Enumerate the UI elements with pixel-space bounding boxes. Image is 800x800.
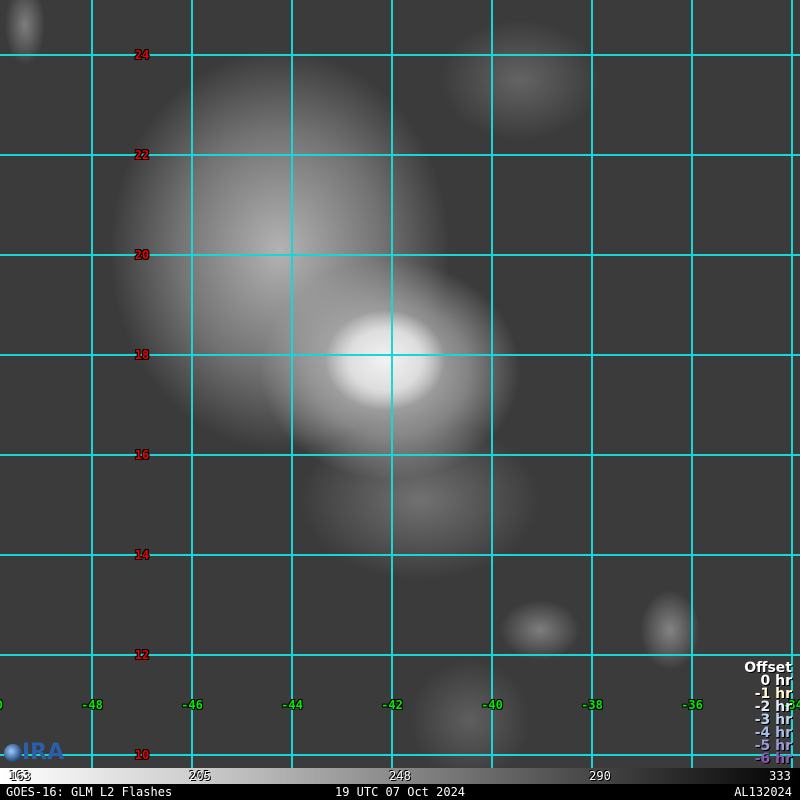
latitude-label: 14: [134, 548, 150, 562]
globe-icon: [4, 744, 22, 762]
latitude-label: 18: [134, 348, 150, 362]
latitude-label: 24: [134, 48, 150, 62]
longitude-label: -36: [681, 698, 703, 712]
longitude-line: [391, 0, 393, 768]
colorbar: 163 205 248 290 333: [0, 768, 800, 784]
footer-product: GOES-16: GLM L2 Flashes: [6, 785, 173, 799]
footer-time: 19 UTC 07 Oct 2024: [334, 785, 466, 799]
latitude-label: 22: [134, 148, 150, 162]
colorbar-tick: 205: [189, 769, 211, 783]
footer-bar: GOES-16: GLM L2 Flashes 19 UTC 07 Oct 20…: [0, 784, 800, 800]
longitude-label: -40: [481, 698, 503, 712]
latitude-line: [0, 354, 800, 356]
colorbar-tick: 333: [769, 769, 791, 783]
latitude-label: 20: [134, 248, 150, 262]
latitude-label: 10: [134, 748, 150, 762]
longitude-line: [191, 0, 193, 768]
longitude-label: -38: [581, 698, 603, 712]
latitude-line: [0, 754, 800, 756]
latitude-line: [0, 654, 800, 656]
latitude-label: 12: [134, 648, 150, 662]
longitude-label: -50: [0, 698, 3, 712]
cira-logo: IRA: [4, 740, 70, 766]
colorbar-tick: 290: [589, 769, 611, 783]
longitude-label: -46: [181, 698, 203, 712]
footer-storm-id: AL132024: [734, 785, 792, 799]
colorbar-tick: 248: [389, 769, 411, 783]
latitude-label: 16: [134, 448, 150, 462]
latitude-line: [0, 554, 800, 556]
longitude-label: -48: [81, 698, 103, 712]
longitude-line: [91, 0, 93, 768]
satellite-image: [0, 0, 800, 768]
longitude-line: [691, 0, 693, 768]
latitude-line: [0, 254, 800, 256]
latitude-line: [0, 154, 800, 156]
longitude-label: -44: [281, 698, 303, 712]
longitude-line: [491, 0, 493, 768]
longitude-line: [291, 0, 293, 768]
satellite-viewer: -50-48-46-44-42-40-38-36-342422201816141…: [0, 0, 800, 800]
offset-legend: Offset 0 hr -1 hr -2 hr -3 hr -4 hr -5 hr -6 h…: [744, 661, 792, 767]
longitude-line: [791, 0, 793, 768]
legend-item: -6 hr: [754, 751, 792, 767]
latitude-line: [0, 54, 800, 56]
longitude-label: -42: [381, 698, 403, 712]
longitude-line: [591, 0, 593, 768]
colorbar-tick: 163: [9, 769, 31, 783]
latitude-line: [0, 454, 800, 456]
